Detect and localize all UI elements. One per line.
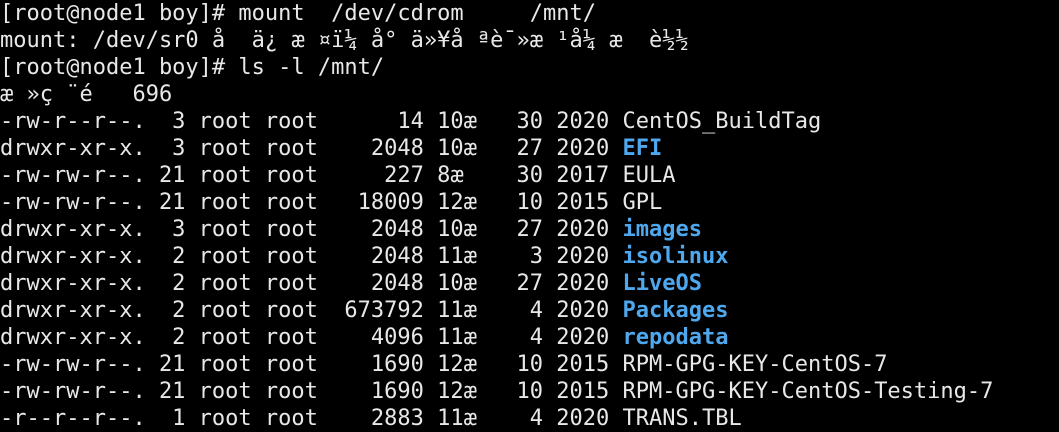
ls-total-line: æ »ç ¨é 696 xyxy=(0,82,173,107)
listing-meta: drwxr-xr-x. 3 root root 2048 10æ 27 2020 xyxy=(0,136,623,161)
directory-name: LiveOS xyxy=(622,271,703,296)
prompt-ls-command: [root@node1 boy]# ls -l /mnt/ xyxy=(0,55,385,80)
listing-meta: drwxr-xr-x. 2 root root 4096 11æ 4 2020 xyxy=(0,325,623,350)
listing-row: -rw-r--r--. 3 root root 14 10æ 30 2020 C… xyxy=(0,108,1059,135)
listing-meta: -r--r--r--. 1 root root 2883 11æ 4 2020 xyxy=(0,406,623,431)
listing-meta: -rw-rw-r--. 21 root root 1690 12æ 10 201… xyxy=(0,379,623,404)
listing-row: -r--r--r--. 1 root root 2883 11æ 4 2020 … xyxy=(0,405,1059,432)
listing-meta: drwxr-xr-x. 2 root root 2048 11æ 3 2020 xyxy=(0,244,623,269)
file-name: RPM-GPG-KEY-CentOS-7 xyxy=(622,352,888,377)
directory-name: repodata xyxy=(622,325,729,350)
file-name: RPM-GPG-KEY-CentOS-Testing-7 xyxy=(622,379,994,404)
listing-row: drwxr-xr-x. 2 root root 2048 11æ 3 2020 … xyxy=(0,243,1059,270)
listing-meta: drwxr-xr-x. 2 root root 673792 11æ 4 202… xyxy=(0,298,623,323)
directory-name: Packages xyxy=(622,298,729,323)
listing-row: drwxr-xr-x. 3 root root 2048 10æ 27 2020… xyxy=(0,135,1059,162)
listing-row: -rw-rw-r--. 21 root root 1690 12æ 10 201… xyxy=(0,351,1059,378)
listing-meta: drwxr-xr-x. 3 root root 2048 10æ 27 2020 xyxy=(0,217,623,242)
listing-row: drwxr-xr-x. 2 root root 673792 11æ 4 202… xyxy=(0,297,1059,324)
directory-name: isolinux xyxy=(622,244,729,269)
directory-name: EFI xyxy=(622,136,663,161)
listing-row: -rw-rw-r--. 21 root root 1690 12æ 10 201… xyxy=(0,378,1059,405)
file-name: EULA xyxy=(622,163,676,188)
listing-meta: -rw-r--r--. 3 root root 14 10æ 30 2020 xyxy=(0,109,623,134)
file-name: CentOS_BuildTag xyxy=(622,109,822,134)
listing-row: drwxr-xr-x. 2 root root 2048 10æ 27 2020… xyxy=(0,270,1059,297)
listing-row: -rw-rw-r--. 21 root root 18009 12æ 10 20… xyxy=(0,189,1059,216)
listing-row: -rw-rw-r--. 21 root root 227 8æ 30 2017 … xyxy=(0,162,1059,189)
directory-name: images xyxy=(622,217,703,242)
listing-meta: drwxr-xr-x. 2 root root 2048 10æ 27 2020 xyxy=(0,271,623,296)
terminal-window[interactable]: [root@node1 boy]# mount /dev/cdrom /mnt/… xyxy=(0,0,1059,432)
listing-row: drwxr-xr-x. 2 root root 4096 11æ 4 2020 … xyxy=(0,324,1059,351)
listing-meta: -rw-rw-r--. 21 root root 227 8æ 30 2017 xyxy=(0,163,623,188)
prompt-mount-command: [root@node1 boy]# mount /dev/cdrom /mnt/ xyxy=(0,1,597,26)
listing-meta: -rw-rw-r--. 21 root root 18009 12æ 10 20… xyxy=(0,190,623,215)
listing-meta: -rw-rw-r--. 21 root root 1690 12æ 10 201… xyxy=(0,352,623,377)
file-name: TRANS.TBL xyxy=(622,406,742,431)
mount-output-message: mount: /dev/sr0 å ä¿ æ ¤ï¼ å° ä»¥å ªè¯»æ… xyxy=(0,28,689,53)
listing-row: drwxr-xr-x. 3 root root 2048 10æ 27 2020… xyxy=(0,216,1059,243)
file-name: GPL xyxy=(622,190,663,215)
